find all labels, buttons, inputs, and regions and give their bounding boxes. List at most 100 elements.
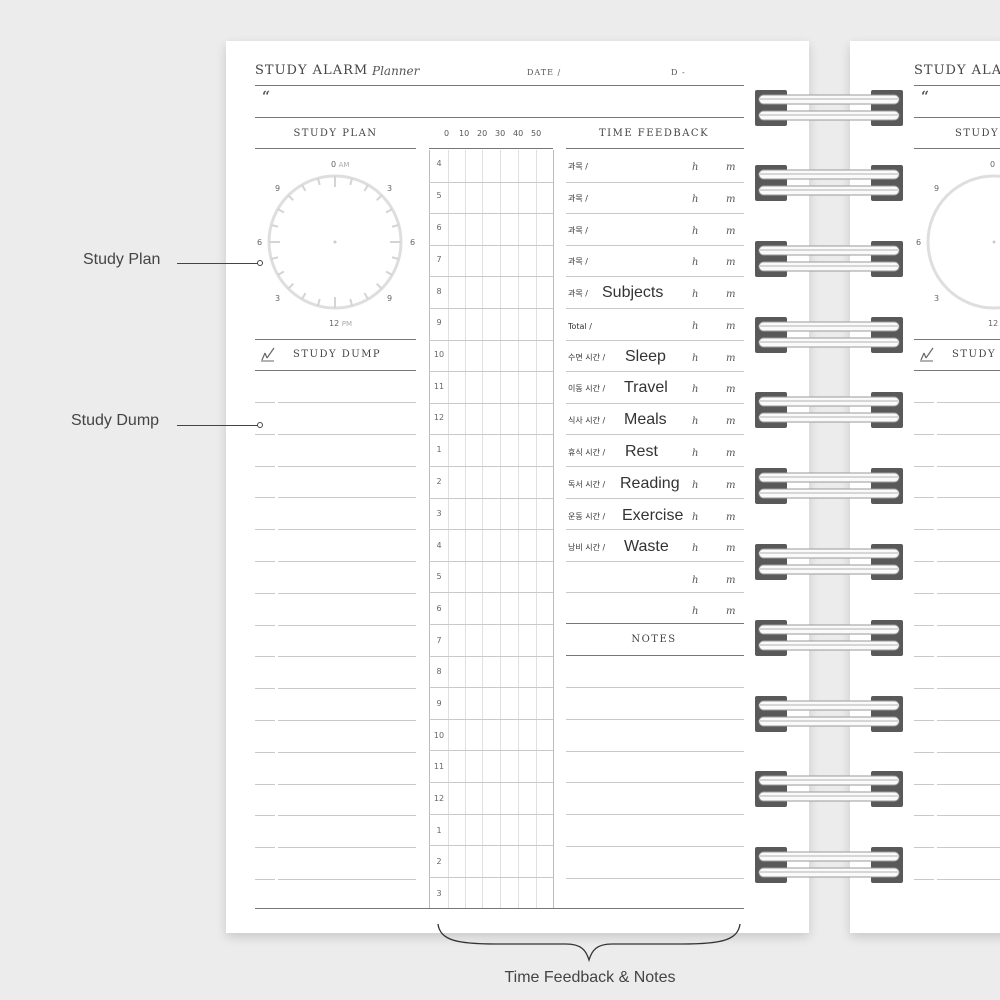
clock-tick <box>301 292 307 300</box>
timeline-hour-rule <box>429 624 553 625</box>
timeline-hour-rule <box>429 403 553 404</box>
notes-heading: NOTES <box>631 634 677 645</box>
hours-unit: h <box>692 162 699 173</box>
quote-rule <box>255 117 744 118</box>
notes-line <box>566 878 744 879</box>
clock-tick <box>385 270 393 276</box>
hour-label: 11 <box>433 762 445 771</box>
dump-line-stub <box>255 625 275 626</box>
timeline-hour-rule <box>429 814 553 815</box>
feedback-rule <box>566 182 744 183</box>
feedback-row[interactable]: 과목 / h m <box>566 214 742 245</box>
minutes-unit: m <box>726 416 736 427</box>
minutes-unit: m <box>726 226 736 237</box>
time-feedback-rule <box>566 148 744 149</box>
callout-study-plan-dot <box>257 260 263 266</box>
study-plan-clock-right[interactable] <box>914 155 1000 340</box>
clock-tick <box>277 270 285 276</box>
feedback-rule <box>566 403 744 404</box>
dump-line <box>937 402 1000 403</box>
binding-ring <box>755 165 903 201</box>
study-dump-rule <box>255 370 416 371</box>
dump-line <box>278 561 416 562</box>
pencil-check-icon-right <box>920 347 934 362</box>
feedback-row-travel[interactable]: 이동 시간 / Travel h m <box>566 372 742 403</box>
feedback-row-meals[interactable]: 식사 시간 / Meals h m <box>566 404 742 435</box>
minutes-unit: m <box>726 289 736 300</box>
timeline-hour-rule <box>429 340 553 341</box>
feedback-label: 과목 / <box>568 257 588 266</box>
feedback-label-english: Rest <box>625 443 658 460</box>
feedback-row-exercise[interactable]: 운동 시간 / Exercise h m <box>566 500 742 531</box>
minutes-unit: m <box>726 162 736 173</box>
feedback-row-reading[interactable]: 독서 시간 / Reading h m <box>566 468 742 499</box>
minutes-unit: m <box>726 321 736 332</box>
clock-label-top: 0 AM <box>331 160 350 169</box>
dump-line <box>278 529 416 530</box>
feedback-label-english: Travel <box>624 379 668 396</box>
hour-label: 1 <box>436 445 442 454</box>
dump-line-stub <box>255 561 275 562</box>
minute-10: 10 <box>459 129 470 138</box>
dump-line <box>937 784 1000 785</box>
timeline-hour-rule <box>429 687 553 688</box>
feedback-row[interactable]: 과목 / h m <box>566 182 742 213</box>
study-plan-heading-right: STUDY PLAN <box>955 128 1000 139</box>
hours-unit: h <box>692 606 699 617</box>
dump-line <box>937 434 1000 435</box>
timeline-hour-rule <box>429 750 553 751</box>
dump-line-stub <box>255 497 275 498</box>
hours-unit: h <box>692 480 699 491</box>
binding-ring <box>755 241 903 277</box>
feedback-rule <box>566 308 744 309</box>
hours-unit: h <box>692 448 699 459</box>
feedback-row[interactable]: hm <box>566 594 742 625</box>
quote-rule-right <box>914 117 1000 118</box>
clock-label-9-right-page: 9 <box>934 184 940 193</box>
clock-tick <box>287 283 294 290</box>
feedback-row-sleep[interactable]: 수면 시간 / Sleep h m <box>566 341 742 372</box>
minute-0: 0 <box>444 129 450 138</box>
dump-line <box>278 879 416 880</box>
clock-tick <box>376 194 383 201</box>
time-feedback-heading: TIME FEEDBACK <box>598 128 710 139</box>
dump-line <box>278 815 416 816</box>
dump-line-stub <box>914 879 934 880</box>
dump-line-stub <box>255 784 275 785</box>
dump-line <box>937 625 1000 626</box>
hours-unit: h <box>692 289 699 300</box>
clock-label-bottom: 12 PM <box>329 319 352 328</box>
feedback-rule <box>566 466 744 467</box>
timeline-hour-rule <box>429 434 553 435</box>
dump-line <box>278 720 416 721</box>
feedback-label: 이동 시간 / <box>568 384 606 393</box>
study-dump-heading-right: STUDY DUMP <box>952 349 1000 360</box>
dump-line <box>278 656 416 657</box>
feedback-row[interactable]: hm <box>566 563 742 594</box>
hour-label: 7 <box>436 255 442 264</box>
timeline-hour-rule <box>429 245 553 246</box>
notes-line <box>566 751 744 752</box>
feedback-row[interactable]: 과목 / h m <box>566 245 742 276</box>
dump-line <box>278 688 416 689</box>
callout-study-plan: Study Plan <box>83 251 161 268</box>
feedback-rule <box>566 245 744 246</box>
callout-study-plan-leader <box>177 263 258 264</box>
timeline-hour-rule <box>429 845 553 846</box>
feedback-rule <box>566 371 744 372</box>
feedback-row-waste[interactable]: 낭비 시간 / Waste h m <box>566 531 742 562</box>
notes-line <box>566 687 744 688</box>
minutes-unit: m <box>726 480 736 491</box>
dump-line <box>937 815 1000 816</box>
feedback-row-total[interactable]: Total / h m <box>566 309 742 340</box>
timeline-hour-rule <box>429 561 553 562</box>
feedback-row-rest[interactable]: 휴식 시간 / Rest h m <box>566 436 742 467</box>
binding-ring <box>755 317 903 353</box>
feedback-row[interactable]: 과목 / h m <box>566 150 742 181</box>
dump-line-stub <box>255 847 275 848</box>
study-plan-clock[interactable] <box>255 155 416 340</box>
feedback-row-subjects[interactable]: 과목 / Subjects h m <box>566 277 742 308</box>
callout-brace <box>437 923 741 963</box>
study-dump-heading: STUDY DUMP <box>293 349 382 360</box>
dump-line-stub <box>914 497 934 498</box>
